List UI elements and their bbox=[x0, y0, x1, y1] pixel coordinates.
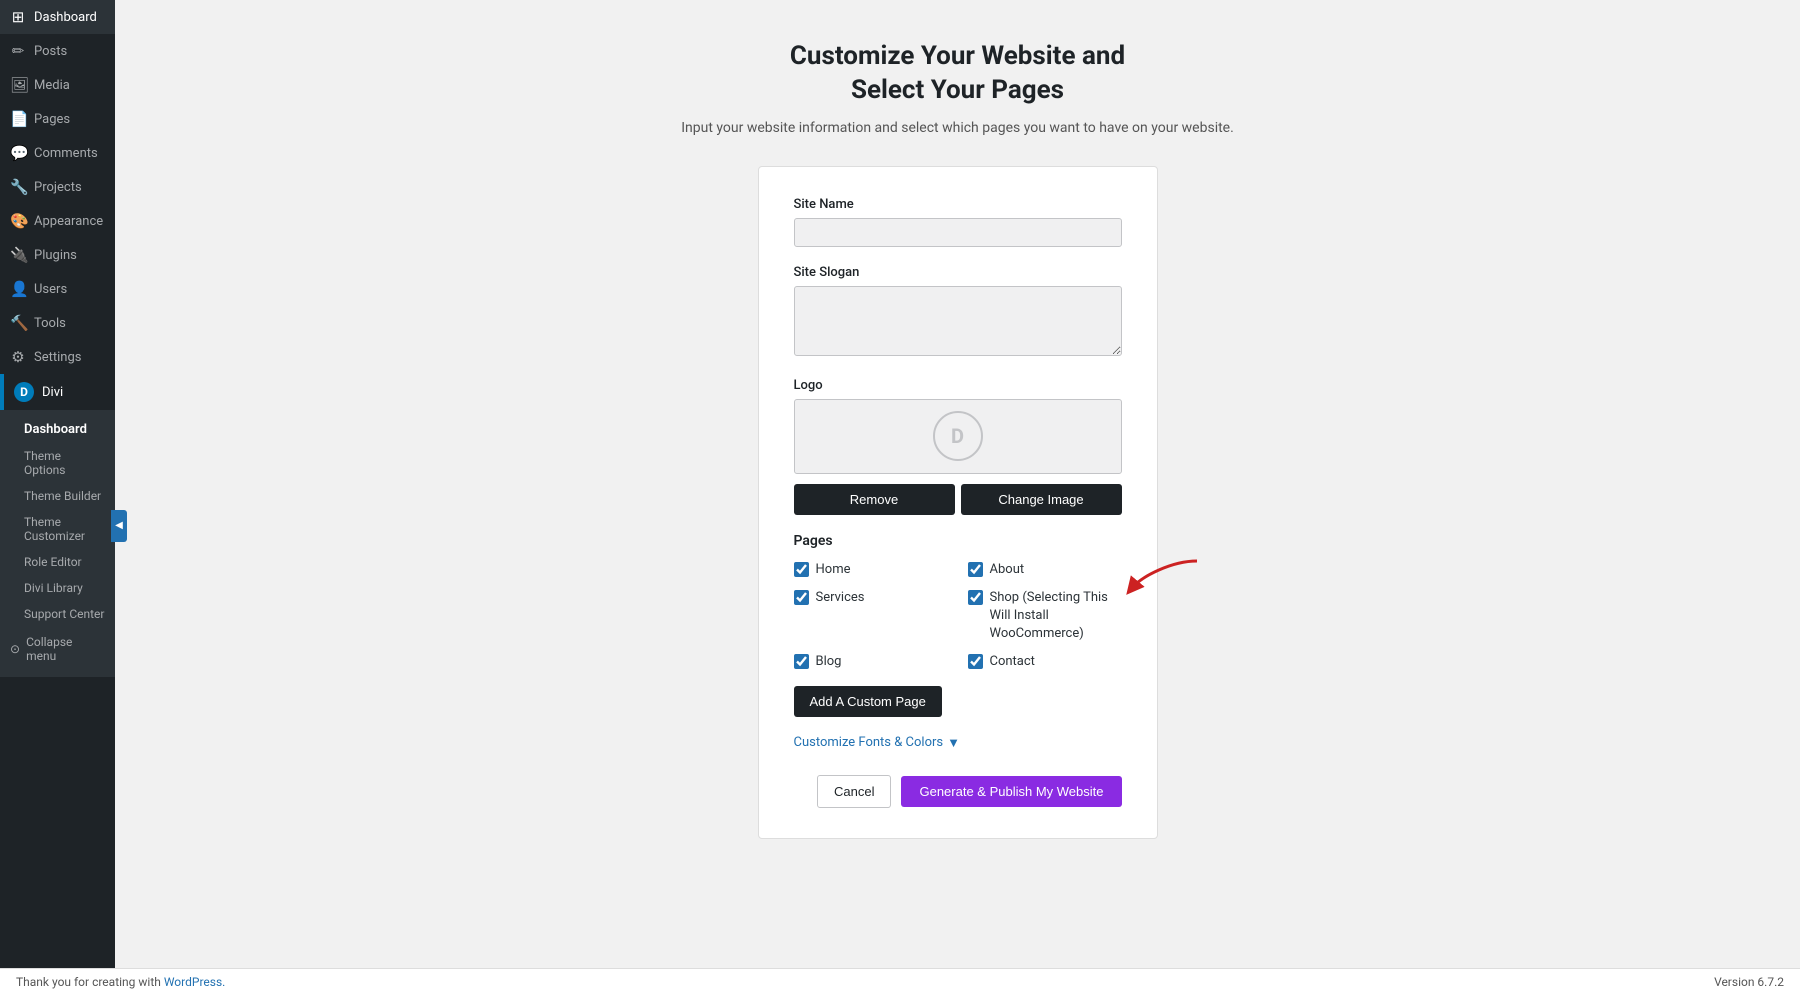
sidebar-item-dashboard[interactable]: ⊞ Dashboard bbox=[0, 0, 115, 34]
page-check-about: About bbox=[968, 561, 1122, 579]
site-slogan-group: Site Slogan bbox=[794, 265, 1122, 360]
add-custom-page-button[interactable]: Add A Custom Page bbox=[794, 686, 942, 717]
page-check-blog: Blog bbox=[794, 653, 948, 671]
site-name-input[interactable] bbox=[794, 218, 1122, 247]
page-checkbox-services[interactable] bbox=[794, 590, 809, 605]
projects-icon: 🔧 bbox=[10, 178, 26, 196]
sidebar-item-plugins[interactable]: 🔌 Plugins bbox=[0, 238, 115, 272]
customize-fonts-row: Customize Fonts & Colors ▼ bbox=[794, 735, 1122, 751]
sidebar-item-projects[interactable]: 🔧 Projects bbox=[0, 170, 115, 204]
sidebar-item-appearance[interactable]: 🎨 Appearance bbox=[0, 204, 115, 238]
divi-sub-dashboard[interactable]: Dashboard bbox=[0, 416, 115, 443]
main-content: Customize Your Website and Select Your P… bbox=[115, 0, 1800, 995]
collapse-menu-icon: ⊙ bbox=[10, 642, 20, 656]
footer-bar: Thank you for creating with WordPress. V… bbox=[0, 968, 1800, 995]
logo-circle-icon: D bbox=[933, 411, 983, 461]
page-title: Customize Your Website and Select Your P… bbox=[790, 40, 1125, 108]
divi-sub-divi-library[interactable]: Divi Library bbox=[0, 575, 115, 601]
sidebar-item-tools[interactable]: 🔨 Tools bbox=[0, 306, 115, 340]
sidebar-item-media[interactable]: 🖼 Media bbox=[0, 68, 115, 102]
plugins-icon: 🔌 bbox=[10, 246, 26, 264]
sidebar-item-settings[interactable]: ⚙ Settings bbox=[0, 340, 115, 374]
page-subtitle: Input your website information and selec… bbox=[681, 120, 1234, 136]
page-check-shop: Shop (Selecting This Will Install WooCom… bbox=[968, 589, 1122, 644]
sidebar-item-comments[interactable]: 💬 Comments bbox=[0, 136, 115, 170]
settings-icon: ⚙ bbox=[10, 348, 26, 366]
divi-sub-theme-options[interactable]: Theme Options bbox=[0, 443, 115, 483]
divi-sub-theme-customizer[interactable]: Theme Customizer bbox=[0, 509, 115, 549]
logo-preview: D bbox=[794, 399, 1122, 474]
comments-icon: 💬 bbox=[10, 144, 26, 162]
remove-logo-button[interactable]: Remove bbox=[794, 484, 955, 515]
sidebar-item-pages[interactable]: 📄 Pages bbox=[0, 102, 115, 136]
sidebar: ⊞ Dashboard ✏ Posts 🖼 Media 📄 Pages 💬 Co… bbox=[0, 0, 115, 995]
page-checkbox-about[interactable] bbox=[968, 562, 983, 577]
logo-group: Logo D Remove Change Image bbox=[794, 378, 1122, 515]
posts-icon: ✏ bbox=[10, 42, 26, 60]
site-slogan-input[interactable] bbox=[794, 286, 1122, 356]
pages-grid: Home About bbox=[794, 561, 1122, 672]
collapse-menu-button[interactable]: ⊙ Collapse menu bbox=[0, 627, 115, 671]
sidebar-collapse-arrow[interactable]: ◀ bbox=[111, 510, 127, 542]
page-check-services: Services bbox=[794, 589, 948, 644]
page-check-home: Home bbox=[794, 561, 948, 579]
site-slogan-label: Site Slogan bbox=[794, 265, 1122, 280]
cancel-button[interactable]: Cancel bbox=[817, 775, 891, 808]
pages-icon: 📄 bbox=[10, 110, 26, 128]
site-name-group: Site Name bbox=[794, 197, 1122, 247]
pages-section: Pages Home About bbox=[794, 533, 1122, 735]
main-card: Site Name Site Slogan Logo D Remove Chan… bbox=[758, 166, 1158, 839]
footer-text: Thank you for creating with WordPress. bbox=[16, 975, 225, 989]
customize-fonts-link[interactable]: Customize Fonts & Colors ▼ bbox=[794, 735, 1122, 751]
divi-sub-support-center[interactable]: Support Center bbox=[0, 601, 115, 627]
publish-button[interactable]: Generate & Publish My Website bbox=[901, 776, 1121, 807]
site-name-label: Site Name bbox=[794, 197, 1122, 212]
appearance-icon: 🎨 bbox=[10, 212, 26, 230]
dashboard-icon: ⊞ bbox=[10, 8, 26, 26]
sidebar-item-users[interactable]: 👤 Users bbox=[0, 272, 115, 306]
customize-chevron-icon: ▼ bbox=[947, 735, 960, 751]
page-checkbox-contact[interactable] bbox=[968, 654, 983, 669]
users-icon: 👤 bbox=[10, 280, 26, 298]
divi-logo-icon: D bbox=[14, 382, 34, 402]
logo-label: Logo bbox=[794, 378, 1122, 393]
red-arrow-annotation bbox=[1122, 556, 1202, 606]
sidebar-item-posts[interactable]: ✏ Posts bbox=[0, 34, 115, 68]
divi-section: D Divi Dashboard Theme Options Theme Bui… bbox=[0, 374, 115, 677]
logo-buttons: Remove Change Image bbox=[794, 484, 1122, 515]
change-image-button[interactable]: Change Image bbox=[961, 484, 1122, 515]
pages-section-label: Pages bbox=[794, 533, 1122, 549]
page-check-contact: Contact bbox=[968, 653, 1122, 671]
page-checkbox-blog[interactable] bbox=[794, 654, 809, 669]
divi-sub-role-editor[interactable]: Role Editor bbox=[0, 549, 115, 575]
divi-submenu: Dashboard Theme Options Theme Builder Th… bbox=[0, 410, 115, 677]
divi-sub-theme-builder[interactable]: Theme Builder bbox=[0, 483, 115, 509]
version-text: Version 6.7.2 bbox=[1714, 975, 1784, 989]
page-checkbox-shop[interactable] bbox=[968, 590, 983, 605]
media-icon: 🖼 bbox=[10, 76, 26, 94]
tools-icon: 🔨 bbox=[10, 314, 26, 332]
wordpress-link[interactable]: WordPress. bbox=[164, 975, 225, 989]
divi-menu-item[interactable]: D Divi bbox=[0, 374, 115, 410]
page-checkbox-home[interactable] bbox=[794, 562, 809, 577]
card-footer: Cancel Generate & Publish My Website bbox=[794, 775, 1122, 808]
